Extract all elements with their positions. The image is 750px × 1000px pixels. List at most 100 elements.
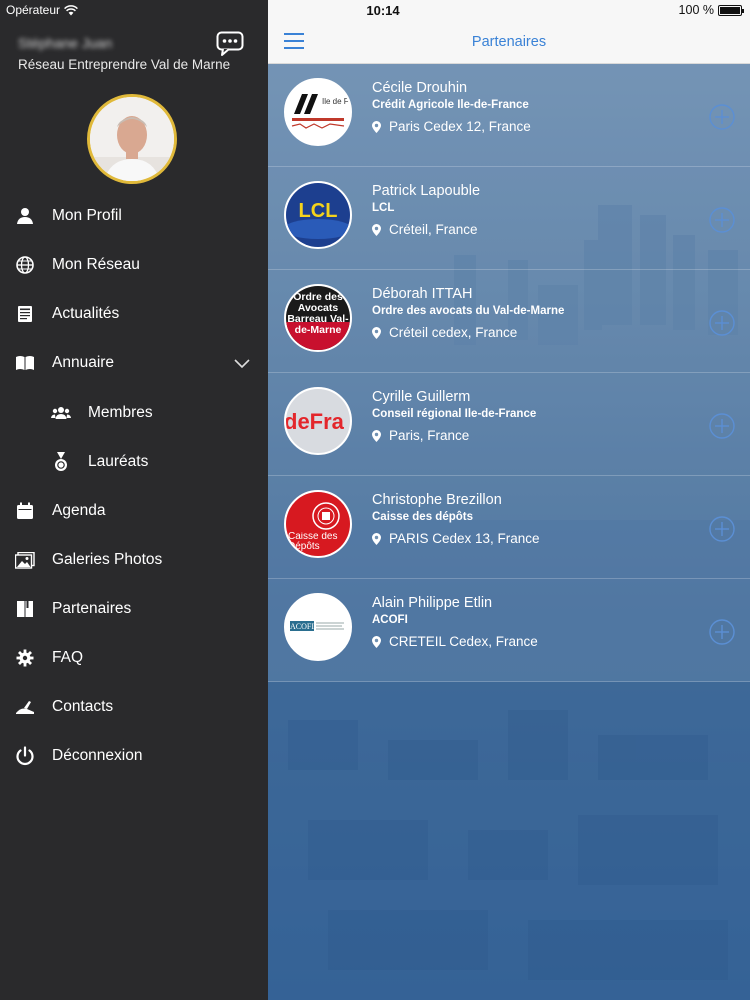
calendar-icon: [17, 502, 33, 519]
add-contact-icon[interactable]: [709, 516, 735, 542]
partner-name: Cécile Drouhin: [372, 80, 468, 96]
medal-icon: [55, 452, 67, 471]
location-pin-icon: [372, 326, 381, 339]
menu-item-laureats[interactable]: Lauréats: [0, 440, 268, 484]
add-contact-icon[interactable]: [709, 207, 735, 233]
partner-logo-region-idf: deFra: [284, 387, 352, 455]
partners-book-icon: [17, 601, 33, 617]
menu-label: Déconnexion: [52, 747, 143, 764]
partner-location-text: Paris, France: [389, 428, 470, 443]
partner-organization: Conseil régional Ile-de-France: [372, 408, 537, 420]
menu-label: Partenaires: [52, 600, 132, 617]
partner-name: Déborah ITTAH: [372, 286, 473, 302]
partner-location: PARIS Cedex 13, France: [372, 531, 540, 546]
partner-logo-credit-agricole: Ile de France: [284, 78, 352, 146]
location-pin-icon: [372, 120, 381, 133]
partner-name: Patrick Lapouble: [372, 183, 481, 199]
power-icon: [16, 746, 34, 766]
book-icon: [16, 356, 34, 370]
menu-label: Galeries Photos: [52, 551, 163, 568]
menu-item-mon-profil[interactable]: Mon Profil: [0, 194, 268, 238]
partner-organization: Crédit Agricole Ile-de-France: [372, 99, 529, 111]
menu-item-contacts[interactable]: Contacts: [0, 685, 268, 729]
partner-logo-acofi: ACOFI: [284, 593, 352, 661]
menu-label: Agenda: [52, 502, 106, 519]
person-icon: [17, 208, 33, 224]
logo-text: Ile de France: [322, 97, 350, 106]
partner-name: Christophe Brezillon: [372, 492, 502, 508]
carrier-label: Opérateur: [6, 3, 61, 17]
partner-organization: Caisse des dépôts: [372, 511, 473, 523]
add-contact-icon[interactable]: [709, 104, 735, 130]
partner-location: CRETEIL Cedex, France: [372, 634, 538, 649]
menu-label: Mon Profil: [52, 207, 122, 224]
gear-icon: [16, 649, 34, 667]
menu-item-galeries-photos[interactable]: Galeries Photos: [0, 538, 268, 582]
menu-item-annuaire[interactable]: Annuaire: [0, 341, 268, 385]
partner-logo-caisse-des-depots: Caisse des Dépôts: [284, 490, 352, 558]
partner-row[interactable]: ACOFI Alain Philippe Etlin ACOFI CRETEIL…: [268, 579, 750, 682]
partner-logo-lcl: LCL: [284, 181, 352, 249]
menu-item-mon-reseau[interactable]: Mon Réseau: [0, 243, 268, 287]
partner-row[interactable]: deFra Cyrille Guillerm Conseil régional …: [268, 373, 750, 476]
partner-location-text: CRETEIL Cedex, France: [389, 634, 538, 649]
add-contact-icon[interactable]: [709, 413, 735, 439]
navigation-bar: 10:14 100 % Partenaires: [268, 0, 750, 64]
location-pin-icon: [372, 532, 381, 545]
partner-row[interactable]: Caisse des Dépôts Christophe Brezillon C…: [268, 476, 750, 579]
avatar-photo: [90, 97, 174, 181]
partner-row[interactable]: Ile de France Cécile Drouhin Crédit Agri…: [268, 64, 750, 167]
partner-location: Paris, France: [372, 428, 469, 443]
menu-item-partenaires[interactable]: Partenaires: [0, 587, 268, 631]
menu-item-faq[interactable]: FAQ: [0, 636, 268, 680]
partner-location-text: Créteil, France: [389, 222, 478, 237]
logo-text: LCL: [299, 200, 338, 222]
add-contact-icon[interactable]: [709, 619, 735, 645]
status-time: 10:14: [366, 3, 400, 18]
status-battery: 100 %: [678, 3, 744, 17]
partner-location: Créteil cedex, France: [372, 325, 517, 340]
logo-text: deFra: [286, 409, 345, 434]
menu-item-deconnexion[interactable]: Déconnexion: [0, 734, 268, 778]
location-pin-icon: [372, 635, 381, 648]
menu-item-membres[interactable]: Membres: [0, 391, 268, 435]
status-carrier: Opérateur: [6, 3, 78, 17]
partner-name: Cyrille Guillerm: [372, 389, 471, 405]
battery-icon: [718, 4, 744, 16]
location-pin-icon: [372, 429, 381, 442]
menu-label: Lauréats: [88, 453, 149, 470]
partner-location: Paris Cedex 12, France: [372, 119, 531, 134]
chat-icon[interactable]: [216, 31, 244, 57]
menu-label: Membres: [88, 404, 153, 421]
add-contact-icon[interactable]: [709, 310, 735, 336]
menu-label: Actualités: [52, 305, 120, 322]
partner-organization: LCL: [372, 202, 395, 214]
avatar[interactable]: [87, 94, 177, 184]
contacts-icon: [16, 701, 34, 714]
group-icon: [51, 407, 71, 419]
partner-row[interactable]: Ordre des Avocats Barreau Val-de-Marne D…: [268, 270, 750, 373]
menu-label: Annuaire: [52, 354, 115, 371]
partner-location-text: Créteil cedex, France: [389, 325, 518, 340]
user-organization: Réseau Entreprendre Val de Marne: [18, 57, 231, 72]
partner-organization: Ordre des avocats du Val-de-Marne: [372, 305, 565, 317]
page-title: Partenaires: [471, 34, 547, 50]
photos-icon: [15, 551, 35, 569]
wifi-icon: [64, 4, 78, 15]
logo-text: ACOFI: [290, 622, 314, 631]
chevron-down-icon[interactable]: [233, 354, 251, 372]
partner-location-text: PARIS Cedex 13, France: [389, 531, 540, 546]
newspaper-icon: [18, 306, 32, 322]
partner-row[interactable]: LCL Patrick Lapouble LCL Créteil, France: [268, 167, 750, 270]
partners-screen: 10:14 100 % Partenaires Ile de France Cé…: [268, 0, 750, 1000]
partner-name: Alain Philippe Etlin: [372, 595, 493, 611]
battery-percent: 100 %: [678, 3, 714, 17]
menu-label: Contacts: [52, 698, 114, 715]
partner-location-text: Paris Cedex 12, France: [389, 119, 531, 134]
menu-item-agenda[interactable]: Agenda: [0, 489, 268, 533]
menu-label: Mon Réseau: [52, 256, 140, 273]
menu-label: FAQ: [52, 649, 84, 666]
partner-location: Créteil, France: [372, 222, 478, 237]
side-menu: Opérateur Stéphane Juan Réseau Entrepren…: [0, 0, 268, 1000]
menu-item-actualites[interactable]: Actualités: [0, 292, 268, 336]
